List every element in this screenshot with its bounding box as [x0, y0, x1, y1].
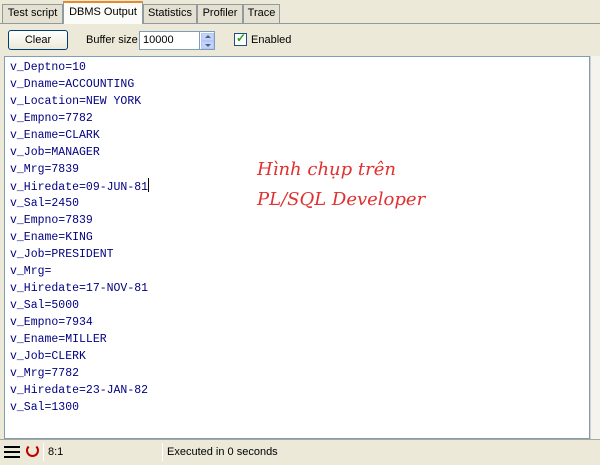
chevron-up-icon — [205, 35, 211, 38]
output-line: v_Hiredate=23-JAN-82 — [10, 384, 149, 397]
buffer-size-spinner[interactable] — [200, 31, 215, 50]
output-line: v_Mrg= — [10, 265, 52, 278]
tab-statistics[interactable]: Statistics — [143, 4, 197, 23]
spin-up-button[interactable] — [201, 33, 214, 41]
tab-bar: Test script DBMS Output Statistics Profi… — [0, 0, 600, 24]
output-lines: v_Deptno=10 v_Dname=ACCOUNTING v_Locatio… — [10, 59, 150, 416]
output-line: v_Mrg=7782 — [10, 367, 80, 380]
annotation-line-1: Hình chụp trên — [257, 159, 396, 180]
clear-button[interactable]: Clear — [8, 30, 68, 50]
output-line: v_Deptno=10 — [10, 61, 86, 74]
status-divider — [43, 443, 44, 461]
buffer-size-input[interactable]: 10000 — [139, 31, 200, 50]
toolbar: Clear Buffer size 10000 ✓ Enabled — [0, 24, 600, 57]
refresh-icon[interactable] — [26, 444, 39, 457]
checkmark-icon: ✓ — [236, 31, 247, 45]
output-line: v_Ename=KING — [10, 231, 93, 244]
buffer-size-label: Buffer size — [86, 34, 138, 46]
vertical-scrollbar[interactable] — [590, 56, 600, 439]
output-line: v_Dname=ACCOUNTING — [10, 78, 135, 91]
cursor-position: 8:1 — [48, 446, 64, 458]
output-line: v_Job=CLERK — [10, 350, 86, 363]
status-divider — [162, 443, 163, 461]
output-line: v_Sal=2450 — [10, 197, 80, 210]
output-line: v_Job=MANAGER — [10, 146, 100, 159]
output-line: v_Empno=7782 — [10, 112, 93, 125]
output-line: v_Empno=7839 — [10, 214, 93, 227]
status-message: Executed in 0 seconds — [167, 446, 278, 458]
output-line: v_Ename=CLARK — [10, 129, 100, 142]
dbms-output-area[interactable]: v_Deptno=10 v_Dname=ACCOUNTING v_Locatio… — [4, 56, 590, 439]
output-line: v_Sal=5000 — [10, 299, 80, 312]
text-caret — [148, 178, 150, 192]
output-line: v_Ename=MILLER — [10, 333, 107, 346]
menu-lines-icon[interactable] — [4, 446, 20, 458]
status-bar: 8:1 Executed in 0 seconds — [0, 439, 600, 465]
output-line: v_Empno=7934 — [10, 316, 93, 329]
tab-profiler[interactable]: Profiler — [197, 4, 243, 23]
tab-dbms-output[interactable]: DBMS Output — [63, 1, 143, 24]
enabled-checkbox[interactable]: ✓ — [234, 31, 247, 46]
output-line-text: v_Hiredate=09-JUN-81 — [10, 181, 149, 194]
spin-down-button[interactable] — [201, 41, 214, 49]
output-line: v_Mrg=7839 — [10, 163, 80, 176]
output-line: v_Job=PRESIDENT — [10, 248, 114, 261]
tab-trace[interactable]: Trace — [243, 4, 280, 23]
tab-test-script[interactable]: Test script — [2, 4, 63, 23]
annotation-line-2: PL/SQL Developer — [257, 189, 426, 210]
output-line-with-caret: v_Hiredate=09-JUN-81 — [10, 178, 150, 195]
enabled-label: Enabled — [251, 34, 292, 46]
output-line: v_Hiredate=17-NOV-81 — [10, 282, 149, 295]
output-line: v_Location=NEW YORK — [10, 95, 142, 108]
chevron-down-icon — [205, 44, 211, 47]
output-line: v_Sal=1300 — [10, 401, 80, 414]
